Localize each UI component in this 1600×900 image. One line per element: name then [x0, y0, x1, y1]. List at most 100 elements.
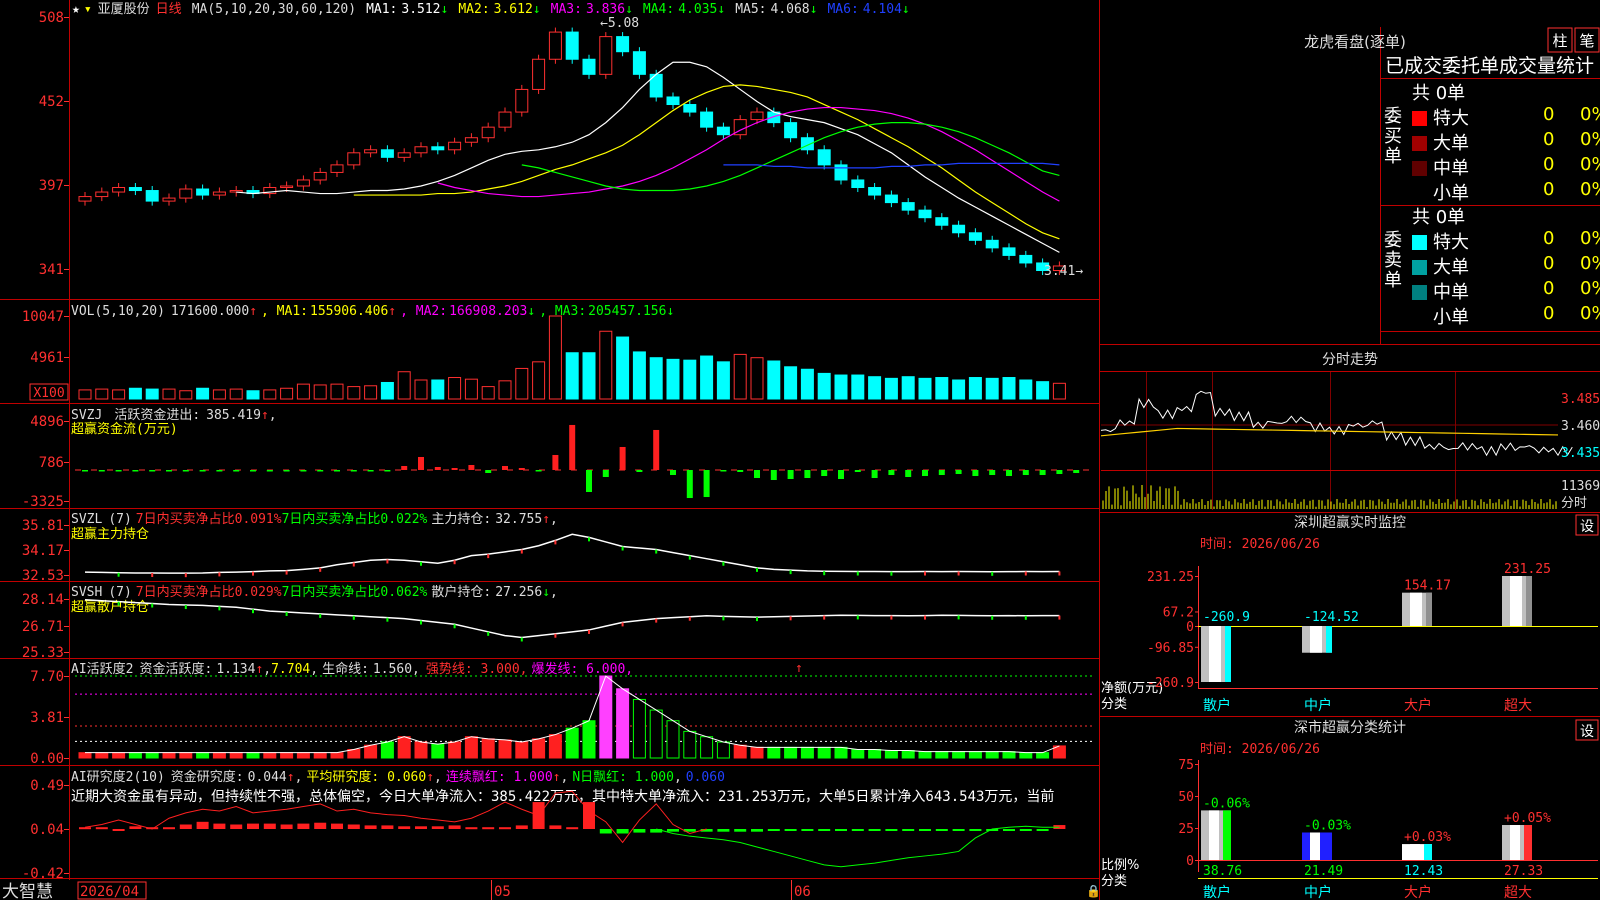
vol-ma-arrow-3: ↓ — [666, 304, 674, 319]
intraday-ytick-0: 3.485 — [1561, 392, 1600, 407]
ai-research-bar — [751, 829, 763, 832]
ai-active-bar — [733, 744, 747, 759]
svzl-tick-2: 32.53 — [22, 568, 64, 584]
candle-body — [515, 88, 529, 113]
lhk-row-pct: 0% — [1580, 278, 1600, 299]
vol-bar — [162, 388, 176, 400]
sz-class-value-0: 38.76 — [1203, 864, 1242, 879]
ai-active-bar — [968, 751, 982, 759]
svsh-header: SVSH (7) 7日内买卖净占比0.029%7日内买卖净占比0.062% 散户持仓:… — [71, 584, 558, 600]
sz-monitor-bar-label-3: 231.25 — [1504, 562, 1551, 577]
svsh-line — [84, 599, 1060, 639]
sz-class-bar-edge — [1223, 810, 1231, 860]
ai-research-bar — [851, 829, 864, 831]
ma-value-1: 3.512 — [401, 2, 440, 17]
svzj-bar — [1022, 470, 1029, 476]
sz-monitor-bar-label-2: 154.17 — [1404, 579, 1451, 594]
ai-active-bar — [397, 736, 411, 759]
ai-research-bar — [717, 829, 730, 832]
ai-research-bar — [213, 823, 226, 829]
lhk-color-swatch — [1412, 260, 1427, 275]
lhk-subtitle: 已成交委托单成交量统计 — [1385, 55, 1594, 77]
svzj-bar — [602, 470, 609, 478]
vol-bar — [313, 384, 327, 400]
sz-monitor-bar-0 — [1201, 626, 1231, 682]
ai-research-bar — [969, 829, 982, 831]
svsh-tick-1: 26.71 — [22, 619, 64, 635]
svzj-bar — [115, 470, 122, 472]
svzj-bar — [955, 470, 962, 475]
ai-research-bar — [415, 826, 427, 829]
ai-research-bar — [95, 827, 108, 830]
candle-body — [212, 191, 226, 196]
ai-research-bar — [935, 829, 948, 831]
chart-canvas[interactable]: ★ ▾ 亚厦股份 日线 MA(5,10,20,30,60,120) MA1: 3.512↓ M… — [0, 0, 1600, 900]
candle-body — [868, 187, 882, 196]
svzj-bar — [821, 470, 828, 477]
vol-bar — [280, 387, 294, 400]
ai-research-bar — [129, 826, 142, 829]
sz-monitor-bar-edge — [1526, 576, 1532, 626]
ai-active-bar — [498, 739, 512, 759]
lhk-sell-side-label: 委卖单 — [1384, 230, 1402, 291]
ai-research-bar — [179, 824, 192, 829]
ai-active-bar — [179, 752, 193, 759]
lock-icon[interactable]: 🔒 — [1086, 884, 1101, 898]
vol-bar — [952, 379, 966, 400]
vol-bar — [817, 372, 831, 400]
svzj-bar — [216, 470, 223, 472]
sz-class-settings-label: 设 — [1580, 724, 1594, 740]
ai-research-bar — [885, 829, 898, 831]
svzj-bar — [989, 470, 996, 476]
vol-bar — [464, 378, 478, 400]
ai-research-bar — [1003, 829, 1015, 831]
svzj-subtitle: 超赢资金流(万元) — [71, 421, 178, 437]
svzj-bar — [98, 470, 105, 472]
sz-monitor-ytick-1: 67.2 — [1163, 605, 1194, 620]
vol-bar — [397, 371, 411, 400]
lhk-row-label: 小单 — [1433, 307, 1469, 328]
ai-active-bar — [750, 746, 764, 759]
sz-monitor-ytick-2: 0 — [1186, 620, 1194, 635]
svzj-bar — [552, 454, 559, 470]
ai-research-bar — [667, 829, 679, 832]
ai-active-bar — [364, 744, 378, 759]
candle-body — [448, 141, 462, 151]
lhk-sell-row-1: 大单 0 0% — [1412, 253, 1600, 279]
lhk-buy-total: 共 0单 — [1412, 83, 1466, 104]
sz-monitor-settings-label: 设 — [1580, 519, 1594, 535]
sz-class-bar-label-0: -0.06% — [1203, 796, 1250, 811]
vol-bar — [330, 383, 344, 400]
vol-bar — [145, 388, 159, 400]
candle-body — [196, 188, 210, 196]
lhk-row-label: 大单 — [1433, 133, 1469, 154]
lhk-buy-row-0: 特大 0 0% — [1412, 104, 1600, 130]
vol-unit: X100 — [33, 386, 64, 401]
sz-class-value-1: 21.49 — [1304, 864, 1343, 879]
ai-active-bar — [548, 734, 562, 759]
ai-active-bar — [784, 746, 798, 759]
vol-bar — [548, 315, 562, 400]
ai-active-bar — [330, 752, 344, 759]
ai-active-bar — [565, 727, 579, 759]
vol-ma-label-2: , MA2: — [400, 304, 447, 319]
ai-research-bar — [1019, 829, 1032, 831]
ai-active-bar — [868, 748, 882, 759]
lhk-row-label: 大单 — [1433, 257, 1469, 278]
svzj-bar — [854, 470, 861, 473]
ai-active-bar — [700, 736, 714, 759]
ai-research-tick-0: 0.49 — [30, 778, 64, 794]
ai-research-tick-1: 0.04 — [30, 822, 64, 838]
lhk-row-pct: 0% — [1580, 129, 1600, 150]
ma-line-MA3 — [437, 106, 1060, 202]
svzj-bar — [804, 470, 811, 479]
lhk-buy-side-label: 委买单 — [1384, 106, 1402, 167]
vol-tick-0: 10047 — [22, 309, 64, 325]
ai-active-bar — [952, 751, 966, 759]
ai-active-bar — [1019, 752, 1033, 759]
vol-bar — [481, 386, 495, 400]
lhk-color-swatch — [1412, 161, 1427, 176]
candle-body — [296, 179, 310, 187]
svzj-bar — [132, 470, 139, 472]
vol-bar — [128, 387, 142, 400]
